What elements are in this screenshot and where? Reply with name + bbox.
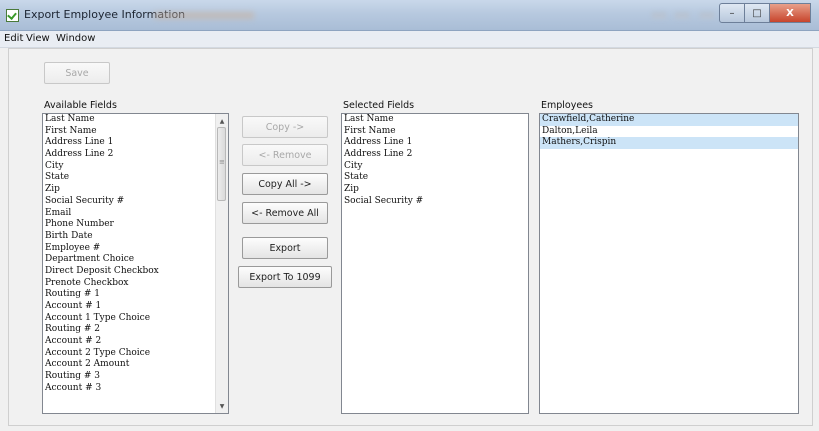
- employee-items: Crawfield,Catherine Dalton,Leila Mathers,C…: [540, 114, 798, 150]
- titlebar-blur-3: [700, 12, 714, 19]
- selected-item[interactable]: State: [342, 172, 528, 184]
- remove-button[interactable]: <- Remove: [242, 144, 328, 166]
- available-item[interactable]: Account # 3: [43, 383, 228, 395]
- available-item[interactable]: Last Name: [43, 114, 228, 126]
- available-item[interactable]: First Name: [43, 126, 228, 138]
- export-panel: Save Available Fields Last Name First Nam…: [8, 48, 813, 426]
- close-button[interactable]: X: [770, 3, 811, 23]
- available-item[interactable]: Prenote Checkbox: [43, 278, 228, 290]
- checkmark-app-icon: [6, 9, 19, 22]
- available-scrollbar[interactable]: ▲ ▼: [215, 114, 228, 413]
- available-item[interactable]: Account 1 Type Choice: [43, 313, 228, 325]
- available-item[interactable]: Routing # 2: [43, 324, 228, 336]
- export-button[interactable]: Export: [242, 237, 328, 259]
- available-item[interactable]: Email: [43, 208, 228, 220]
- available-item[interactable]: Birth Date: [43, 231, 228, 243]
- selected-fields-list[interactable]: Last Name First Name Address Line 1 Address…: [341, 113, 529, 414]
- available-fields-label: Available Fields: [44, 100, 117, 111]
- employees-item[interactable]: Dalton,Leila: [540, 126, 798, 138]
- title-bar[interactable]: Export Employee Information – □ X: [0, 0, 819, 31]
- scroll-thumb[interactable]: [217, 127, 226, 201]
- selected-item[interactable]: City: [342, 161, 528, 173]
- selected-item[interactable]: Last Name: [342, 114, 528, 126]
- available-item[interactable]: Routing # 3: [43, 371, 228, 383]
- available-item[interactable]: Zip: [43, 184, 228, 196]
- menu-edit[interactable]: Edit: [4, 33, 23, 44]
- employees-item[interactable]: Mathers,Crispin: [540, 137, 798, 150]
- available-item[interactable]: Phone Number: [43, 219, 228, 231]
- available-items: Last Name First Name Address Line 1 Address…: [43, 114, 228, 395]
- available-fields-list[interactable]: Last Name First Name Address Line 1 Address…: [42, 113, 229, 414]
- selected-items: Last Name First Name Address Line 1 Address…: [342, 114, 528, 208]
- maximize-button[interactable]: □: [745, 3, 770, 23]
- employees-list[interactable]: Crawfield,Catherine Dalton,Leila Mathers,C…: [539, 113, 799, 414]
- available-item[interactable]: Routing # 1: [43, 289, 228, 301]
- available-item[interactable]: Address Line 1: [43, 137, 228, 149]
- available-item[interactable]: Direct Deposit Checkbox: [43, 266, 228, 278]
- available-item[interactable]: Employee #: [43, 243, 228, 255]
- chevron-up-icon[interactable]: ▲: [216, 115, 228, 127]
- minimize-button[interactable]: –: [719, 3, 745, 23]
- titlebar-blur-2: [675, 12, 689, 19]
- available-item[interactable]: Account # 2: [43, 336, 228, 348]
- titlebar-blur-1: [652, 12, 666, 19]
- export-employee-window: Export Employee Information – □ X Edit V…: [0, 0, 819, 431]
- remove-all-button[interactable]: <- Remove All: [242, 202, 328, 224]
- available-item[interactable]: Account 2 Type Choice: [43, 348, 228, 360]
- employees-item[interactable]: Crawfield,Catherine: [540, 114, 798, 126]
- selected-fields-label: Selected Fields: [343, 100, 415, 111]
- export-1099-button[interactable]: Export To 1099: [238, 266, 332, 288]
- window-controls: – □ X: [719, 3, 811, 23]
- menu-window[interactable]: Window: [56, 33, 95, 44]
- copy-all-button[interactable]: Copy All ->: [242, 173, 328, 195]
- menu-bar: Edit View Window: [0, 31, 819, 48]
- selected-item[interactable]: Zip: [342, 184, 528, 196]
- selected-item[interactable]: First Name: [342, 126, 528, 138]
- available-item[interactable]: State: [43, 172, 228, 184]
- selected-item[interactable]: Social Security #: [342, 196, 528, 208]
- available-item[interactable]: City: [43, 161, 228, 173]
- available-item[interactable]: Account # 1: [43, 301, 228, 313]
- save-button[interactable]: Save: [44, 62, 110, 84]
- available-item[interactable]: Social Security #: [43, 196, 228, 208]
- employees-label: Employees: [541, 100, 593, 111]
- selected-item[interactable]: Address Line 2: [342, 149, 528, 161]
- available-item[interactable]: Address Line 2: [43, 149, 228, 161]
- available-item[interactable]: Account 2 Amount: [43, 359, 228, 371]
- available-item[interactable]: Department Choice: [43, 254, 228, 266]
- title-blur: [154, 12, 254, 19]
- copy-button[interactable]: Copy ->: [242, 116, 328, 138]
- chevron-down-icon[interactable]: ▼: [216, 400, 228, 412]
- menu-view[interactable]: View: [26, 33, 50, 44]
- selected-item[interactable]: Address Line 1: [342, 137, 528, 149]
